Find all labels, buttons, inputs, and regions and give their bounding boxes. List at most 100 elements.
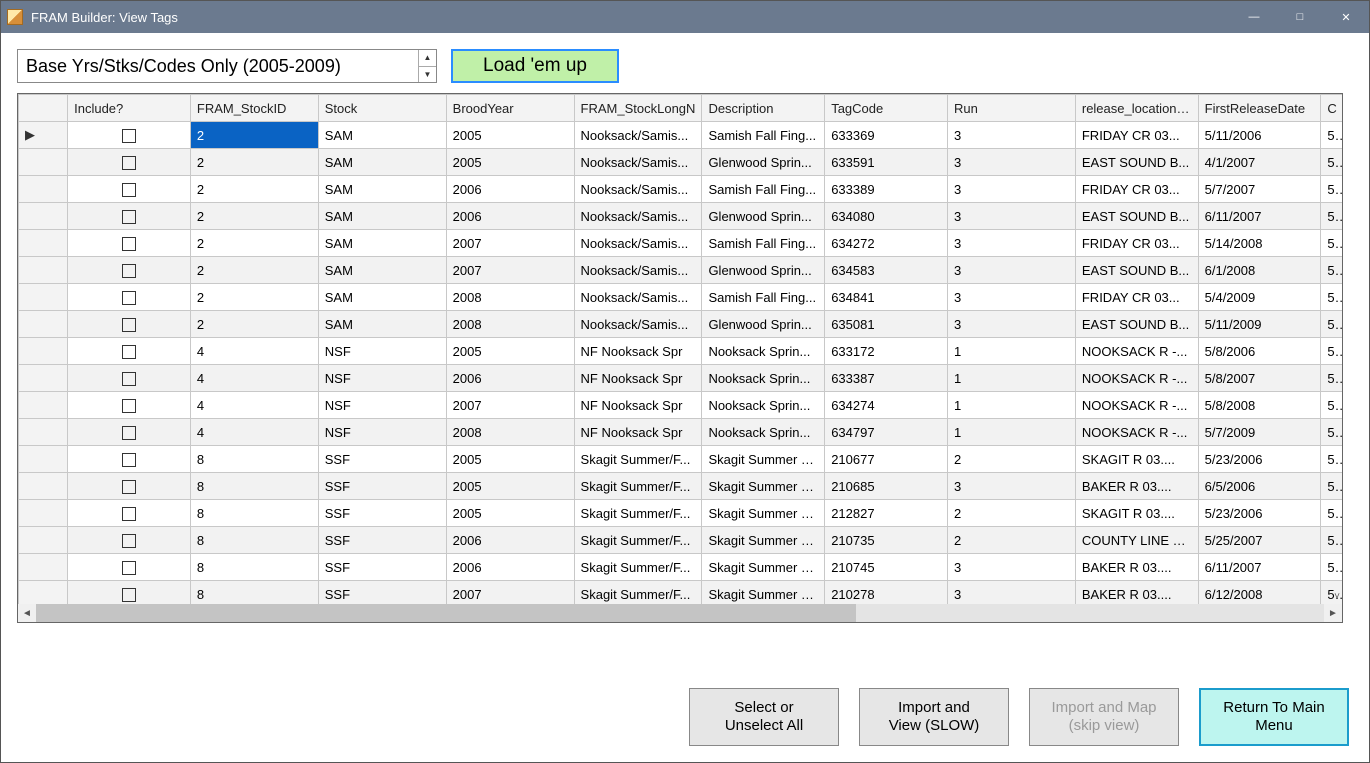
- cell-long[interactable]: Nooksack/Samis...: [574, 284, 702, 311]
- include-checkbox[interactable]: [122, 561, 136, 575]
- cell-run[interactable]: 2: [947, 500, 1075, 527]
- cell-c[interactable]: 55: [1321, 338, 1342, 365]
- cell-stockid[interactable]: 8: [190, 581, 318, 605]
- cell-include[interactable]: [68, 284, 191, 311]
- cell-tag[interactable]: 212827: [825, 500, 948, 527]
- table-row[interactable]: 4NSF2008NF Nooksack SprNooksack Sprin...…: [19, 419, 1343, 446]
- cell-desc[interactable]: Samish Fall Fing...: [702, 122, 825, 149]
- cell-brood[interactable]: 2005: [446, 149, 574, 176]
- cell-brood[interactable]: 2005: [446, 473, 574, 500]
- row-header[interactable]: [19, 500, 68, 527]
- cell-stockid[interactable]: 2: [190, 203, 318, 230]
- cell-c[interactable]: 50: [1321, 203, 1342, 230]
- cell-run[interactable]: 3: [947, 284, 1075, 311]
- cell-tag[interactable]: 633387: [825, 365, 948, 392]
- column-header-loc[interactable]: release_location_na: [1075, 95, 1198, 122]
- cell-stockid[interactable]: 2: [190, 149, 318, 176]
- cell-include[interactable]: [68, 527, 191, 554]
- cell-date[interactable]: 5/4/2009: [1198, 284, 1321, 311]
- table-row[interactable]: 2SAM2008Nooksack/Samis...Samish Fall Fin…: [19, 284, 1343, 311]
- cell-desc[interactable]: Skagit Summer F...: [702, 554, 825, 581]
- cell-run[interactable]: 1: [947, 365, 1075, 392]
- cell-tag[interactable]: 633369: [825, 122, 948, 149]
- row-header[interactable]: [19, 176, 68, 203]
- cell-tag[interactable]: 634841: [825, 284, 948, 311]
- cell-date[interactable]: 6/11/2007: [1198, 554, 1321, 581]
- cell-long[interactable]: Nooksack/Samis...: [574, 257, 702, 284]
- cell-c[interactable]: 50: [1321, 311, 1342, 338]
- row-header[interactable]: [19, 446, 68, 473]
- cell-date[interactable]: 5/11/2009: [1198, 311, 1321, 338]
- cell-stock[interactable]: SSF: [318, 473, 446, 500]
- include-checkbox[interactable]: [122, 507, 136, 521]
- cell-include[interactable]: [68, 500, 191, 527]
- cell-loc[interactable]: FRIDAY CR 03...: [1075, 284, 1198, 311]
- cell-stockid[interactable]: 2: [190, 176, 318, 203]
- cell-run[interactable]: 3: [947, 203, 1075, 230]
- cell-date[interactable]: 6/11/2007: [1198, 203, 1321, 230]
- cell-run[interactable]: 1: [947, 338, 1075, 365]
- cell-brood[interactable]: 2007: [446, 230, 574, 257]
- cell-loc[interactable]: NOOKSACK R -...: [1075, 419, 1198, 446]
- cell-run[interactable]: 3: [947, 257, 1075, 284]
- include-checkbox[interactable]: [122, 399, 136, 413]
- cell-loc[interactable]: SKAGIT R 03....: [1075, 500, 1198, 527]
- cell-long[interactable]: Nooksack/Samis...: [574, 122, 702, 149]
- cell-desc[interactable]: Skagit Summer F...: [702, 500, 825, 527]
- cell-long[interactable]: NF Nooksack Spr: [574, 338, 702, 365]
- cell-stock[interactable]: SSF: [318, 554, 446, 581]
- cell-tag[interactable]: 210278: [825, 581, 948, 605]
- column-header-date[interactable]: FirstReleaseDate: [1198, 95, 1321, 122]
- cell-desc[interactable]: Nooksack Sprin...: [702, 338, 825, 365]
- cell-brood[interactable]: 2005: [446, 122, 574, 149]
- cell-tag[interactable]: 634797: [825, 419, 948, 446]
- cell-c[interactable]: 50: [1321, 554, 1342, 581]
- cell-run[interactable]: 3: [947, 176, 1075, 203]
- table-row[interactable]: 2SAM2006Nooksack/Samis...Glenwood Sprin.…: [19, 203, 1343, 230]
- cell-date[interactable]: 5/11/2006: [1198, 122, 1321, 149]
- include-checkbox[interactable]: [122, 426, 136, 440]
- cell-date[interactable]: 5/25/2007: [1198, 527, 1321, 554]
- cell-date[interactable]: 6/5/2006: [1198, 473, 1321, 500]
- cell-date[interactable]: 5/23/2006: [1198, 446, 1321, 473]
- horizontal-scrollbar[interactable]: ◄ ►: [18, 604, 1342, 622]
- cell-include[interactable]: [68, 473, 191, 500]
- row-header[interactable]: [19, 203, 68, 230]
- cell-run[interactable]: 2: [947, 446, 1075, 473]
- cell-long[interactable]: NF Nooksack Spr: [574, 392, 702, 419]
- cell-loc[interactable]: BAKER R 03....: [1075, 581, 1198, 605]
- table-row[interactable]: 2SAM2007Nooksack/Samis...Samish Fall Fin…: [19, 230, 1343, 257]
- cell-tag[interactable]: 633591: [825, 149, 948, 176]
- cell-tag[interactable]: 635081: [825, 311, 948, 338]
- cell-loc[interactable]: FRIDAY CR 03...: [1075, 122, 1198, 149]
- scroll-thumb[interactable]: [36, 604, 856, 622]
- cell-date[interactable]: 5/23/2006: [1198, 500, 1321, 527]
- cell-date[interactable]: 6/12/2008: [1198, 581, 1321, 605]
- cell-tag[interactable]: 210685: [825, 473, 948, 500]
- cell-date[interactable]: 4/1/2007: [1198, 149, 1321, 176]
- cell-c[interactable]: 55: [1321, 176, 1342, 203]
- cell-c[interactable]: 55: [1321, 365, 1342, 392]
- column-header-long[interactable]: FRAM_StockLongN: [574, 95, 702, 122]
- cell-desc[interactable]: Skagit Summer F...: [702, 581, 825, 605]
- cell-stockid[interactable]: 4: [190, 338, 318, 365]
- cell-tag[interactable]: 634080: [825, 203, 948, 230]
- table-row[interactable]: ▶2SAM2005Nooksack/Samis...Samish Fall Fi…: [19, 122, 1343, 149]
- cell-run[interactable]: 3: [947, 149, 1075, 176]
- data-grid[interactable]: Include?FRAM_StockIDStockBroodYearFRAM_S…: [17, 93, 1343, 623]
- cell-run[interactable]: 2: [947, 527, 1075, 554]
- cell-tag[interactable]: 634272: [825, 230, 948, 257]
- cell-include[interactable]: [68, 257, 191, 284]
- cell-desc[interactable]: Nooksack Sprin...: [702, 392, 825, 419]
- cell-date[interactable]: 5/7/2009: [1198, 419, 1321, 446]
- cell-desc[interactable]: Nooksack Sprin...: [702, 419, 825, 446]
- scroll-right-icon[interactable]: ►: [1324, 604, 1342, 622]
- cell-run[interactable]: 1: [947, 392, 1075, 419]
- cell-c[interactable]: 55: [1321, 392, 1342, 419]
- cell-stockid[interactable]: 2: [190, 230, 318, 257]
- dataset-combo[interactable]: ▲ ▼: [17, 49, 437, 83]
- cell-run[interactable]: 3: [947, 473, 1075, 500]
- cell-stock[interactable]: SAM: [318, 176, 446, 203]
- cell-c[interactable]: 55: [1321, 284, 1342, 311]
- cell-stock[interactable]: SAM: [318, 203, 446, 230]
